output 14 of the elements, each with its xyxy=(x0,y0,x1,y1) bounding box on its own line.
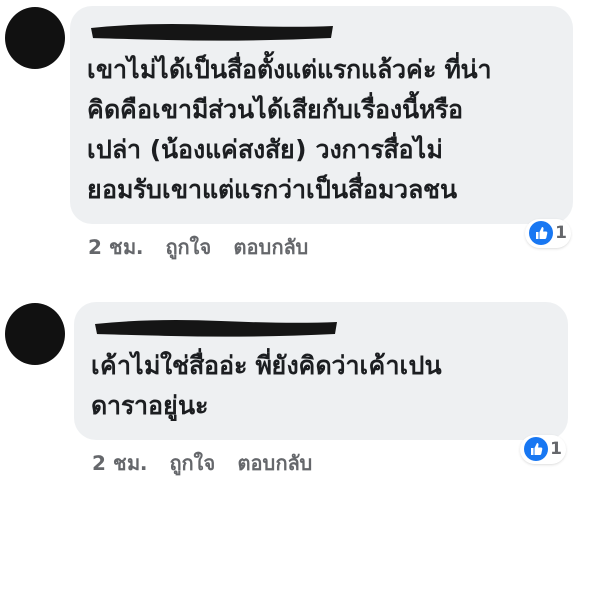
comment-time: 2 ชม. xyxy=(92,450,148,477)
avatar xyxy=(4,302,66,366)
reply-link[interactable]: ตอบกลับ xyxy=(237,448,312,478)
thumbs-up-icon xyxy=(524,437,548,462)
comment-time: 2 ชม. xyxy=(88,234,144,261)
like-link[interactable]: ถูกใจ xyxy=(165,232,212,262)
comment-text: เค้าไม่ใช่สื่ออ่ะ พี่ยังคิดว่าเค้าเปน ดาราอยู่นะ xyxy=(91,346,552,426)
avatar xyxy=(4,6,66,70)
comment-text: เขาไม่ได้เป็นสื่อตั้งแต่แรกแล้วค่ะ ที่น่า คิดคือเขามีส่วนได้เสียกับเรื่องนี้หรือ เปล่า (น้องแค่สงสัย) วงการสื่อไม่ ยอมรับเขาแต่แรกว่าเป็นสื่อมวลชน xyxy=(87,50,557,210)
reaction-badge[interactable]: 1 xyxy=(520,434,566,464)
thumbs-up-icon xyxy=(529,221,554,246)
reaction-badge[interactable]: 1 xyxy=(525,218,571,248)
like-link[interactable]: ถูกใจ xyxy=(169,448,216,478)
reply-link[interactable]: ตอบกลับ xyxy=(233,232,308,262)
